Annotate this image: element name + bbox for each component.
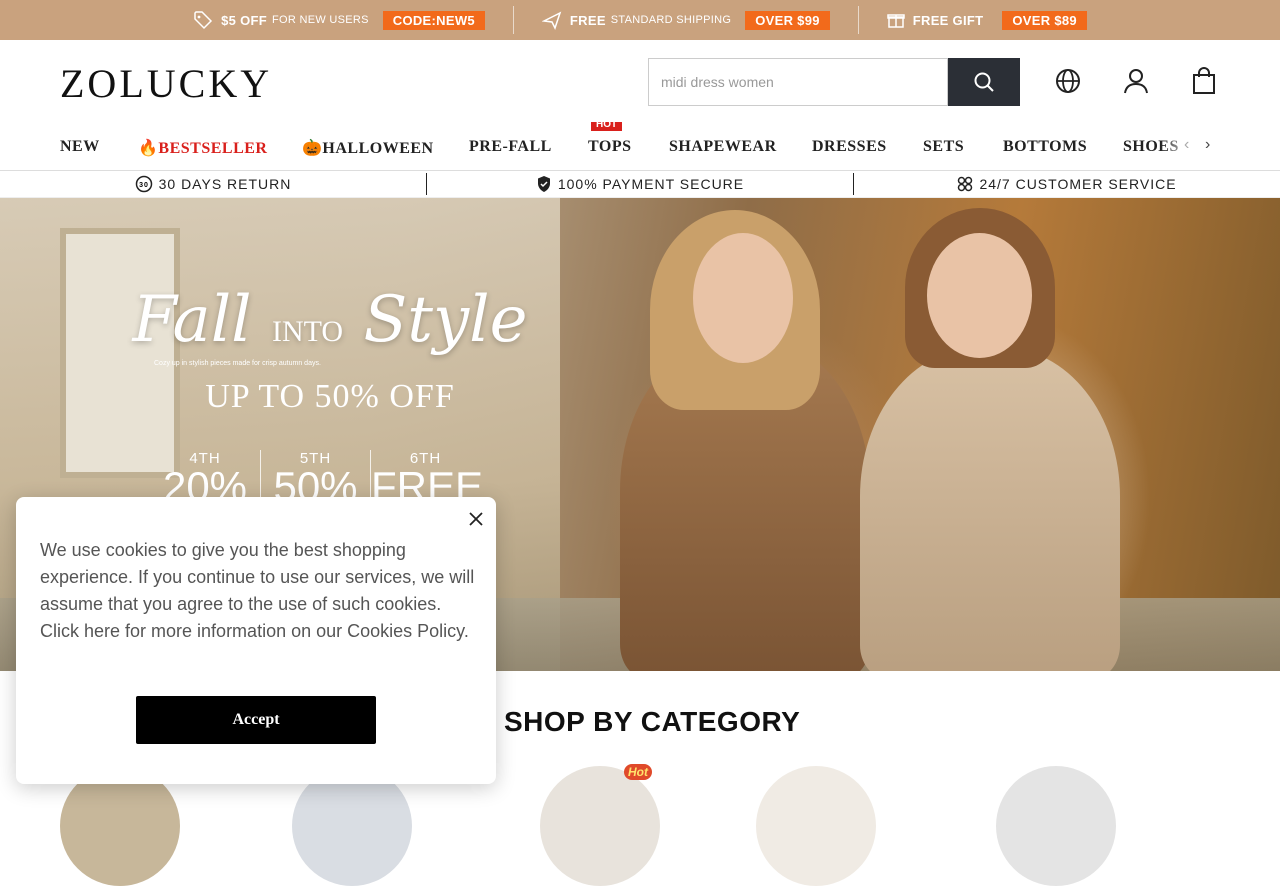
category-item[interactable] xyxy=(60,766,180,886)
tag-icon xyxy=(194,11,213,30)
nav-new[interactable]: NEW xyxy=(60,138,100,156)
nav-next-icon[interactable]: › xyxy=(1205,136,1210,154)
header: ZOLUCKY xyxy=(0,40,1280,122)
search-button[interactable] xyxy=(948,58,1020,106)
nav-bestseller[interactable]: 🔥BESTSELLER xyxy=(138,138,267,158)
promo-free-shipping[interactable]: FREE STANDARD SHIPPING OVER $99 xyxy=(514,6,858,34)
nav-tops[interactable]: TOPS xyxy=(588,138,632,156)
nav-halloween[interactable]: 🎃HALLOWEEN xyxy=(302,138,434,158)
accept-button[interactable]: Accept xyxy=(136,696,376,744)
gift-icon xyxy=(887,14,905,28)
promo-bold: $5 OFF xyxy=(221,12,267,28)
hero-model-left-face xyxy=(693,233,793,363)
cart-button[interactable] xyxy=(1189,66,1219,96)
promo-bold: FREE GIFT xyxy=(912,12,984,28)
service-icon xyxy=(958,176,973,192)
nav-sets[interactable]: SETS xyxy=(923,138,964,156)
hero-offer: UP TO 50% OFF xyxy=(205,378,455,415)
cookie-message: We use cookies to give you the best shop… xyxy=(40,540,475,641)
promo-code: OVER $89 xyxy=(1002,10,1087,30)
trust-label: 24/7 CUSTOMER SERVICE xyxy=(979,176,1177,192)
category-item[interactable] xyxy=(996,766,1116,886)
trust-label: 100% PAYMENT SECURE xyxy=(557,176,745,192)
promo-bar: $5 OFF FOR NEW USERS CODE:NEW5 FREE STAN… xyxy=(0,0,1280,40)
hero-subtitle: Cozy up in stylish pieces made for crisp… xyxy=(154,360,321,367)
cookie-consent-dialog: We use cookies to give you the best shop… xyxy=(16,497,496,784)
promo-text: FOR NEW USERS xyxy=(271,14,369,26)
category-item[interactable] xyxy=(292,766,412,886)
plane-icon xyxy=(541,11,562,30)
hero-title-into: INTO xyxy=(271,315,344,348)
hero-title: Fall INTO Style xyxy=(110,283,550,357)
logo[interactable]: ZOLUCKY xyxy=(60,60,272,107)
trust-service: 24/7 CUSTOMER SERVICE xyxy=(853,173,1280,195)
promo-free-gift[interactable]: FREE GIFT OVER $89 xyxy=(859,6,1115,34)
main-nav: NEW 🔥BESTSELLER 🎃HALLOWEEN PRE-FALL HOT … xyxy=(0,122,1280,171)
promo-new-users[interactable]: $5 OFF FOR NEW USERS CODE:NEW5 xyxy=(165,6,513,34)
search-bar xyxy=(648,58,1020,106)
category-item[interactable] xyxy=(756,766,876,886)
nav-prev-icon[interactable]: ‹ xyxy=(1184,136,1189,154)
svg-text:30: 30 xyxy=(139,182,149,189)
promo-bold: FREE xyxy=(569,12,606,28)
search-input[interactable] xyxy=(648,58,948,106)
close-icon xyxy=(469,512,483,526)
promo-text: STANDARD SHIPPING xyxy=(610,14,732,26)
nav-dresses[interactable]: DRESSES xyxy=(812,138,887,156)
language-button[interactable] xyxy=(1053,66,1083,96)
category-item[interactable] xyxy=(540,766,660,886)
trust-payment: 100% PAYMENT SECURE xyxy=(426,173,853,195)
category-hot-badge: Hot xyxy=(624,764,652,780)
promo-code: CODE:NEW5 xyxy=(382,10,485,30)
trust-bar: 30 30 DAYS RETURN 100% PAYMENT SECURE 24… xyxy=(0,171,1280,198)
account-button[interactable] xyxy=(1121,66,1151,96)
trust-label: 30 DAYS RETURN xyxy=(158,176,292,192)
globe-icon xyxy=(1056,69,1080,93)
nav-pre-fall[interactable]: PRE-FALL xyxy=(469,138,552,156)
nav-bottoms[interactable]: BOTTOMS xyxy=(1003,138,1087,156)
close-button[interactable] xyxy=(466,509,486,529)
nav-shapewear[interactable]: SHAPEWEAR xyxy=(669,138,777,156)
hero-title-fall: Fall xyxy=(132,283,252,357)
shield-icon xyxy=(537,176,550,192)
user-icon xyxy=(1124,69,1148,94)
nav-fade xyxy=(1160,122,1280,170)
bag-icon xyxy=(1193,67,1215,94)
hero-title-style: Style xyxy=(363,283,528,357)
trust-return: 30 30 DAYS RETURN xyxy=(0,173,426,195)
return-30-icon: 30 xyxy=(135,175,152,193)
hero-model-right xyxy=(860,348,1120,671)
search-icon xyxy=(974,72,994,92)
promo-code: OVER $99 xyxy=(745,10,830,30)
hot-tag: HOT xyxy=(591,122,623,131)
hero-model-right-face xyxy=(927,233,1032,358)
